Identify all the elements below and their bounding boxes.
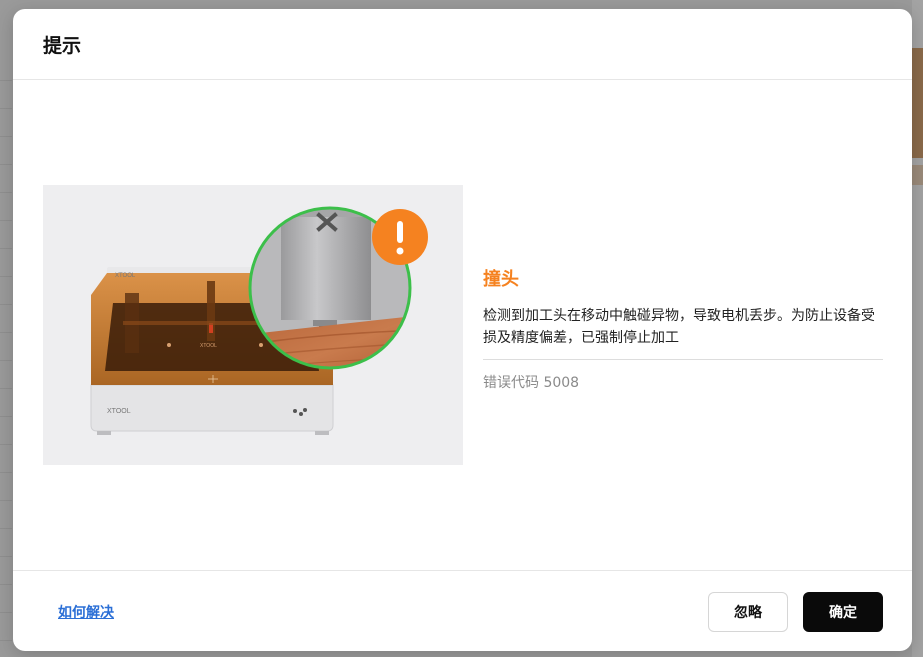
error-title: 撞头 (483, 269, 519, 290)
error-dialog: 提示 XTOOL XTOOL XTOOL 撞头 检测到加工头在移动中触碰异物，导… (13, 9, 912, 651)
error-code: 错误代码 5008 (483, 375, 580, 391)
svg-text:XTOOL: XTOOL (107, 408, 131, 415)
collision-illustration: XTOOL XTOOL XTOOL (43, 185, 463, 465)
svg-text:XTOOL: XTOOL (200, 343, 217, 349)
error-message: 撞头 检测到加工头在移动中触碰异物，导致电机丢步。为防止设备受损及精度偏差，已强… (483, 265, 883, 392)
divider (483, 359, 883, 360)
svg-text:XTOOL: XTOOL (115, 273, 136, 279)
confirm-button[interactable]: 确定 (803, 592, 883, 632)
laser-machine-image: XTOOL XTOOL XTOOL (90, 206, 428, 435)
background-right-panel (912, 0, 923, 657)
background-grid (0, 80, 12, 657)
how-to-solve-link[interactable]: 如何解决 (58, 602, 114, 622)
ignore-button[interactable]: 忽略 (708, 592, 788, 632)
dialog-header: 提示 (13, 9, 912, 80)
warning-icon (372, 209, 428, 265)
dialog-footer: 如何解决 忽略 确定 (13, 570, 912, 651)
error-description: 检测到加工头在移动中触碰异物，导致电机丢步。为防止设备受损及精度偏差，已强制停止… (483, 308, 875, 346)
dialog-title: 提示 (43, 35, 82, 57)
